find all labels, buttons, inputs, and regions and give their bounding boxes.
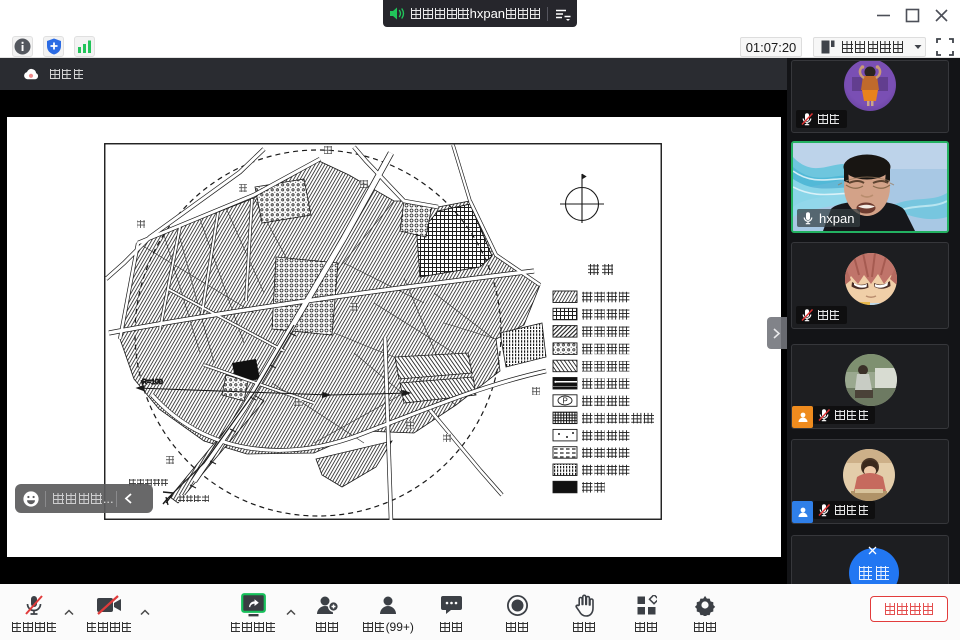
svg-text:R=100: R=100 xyxy=(142,379,163,386)
svg-text:P: P xyxy=(563,397,568,406)
